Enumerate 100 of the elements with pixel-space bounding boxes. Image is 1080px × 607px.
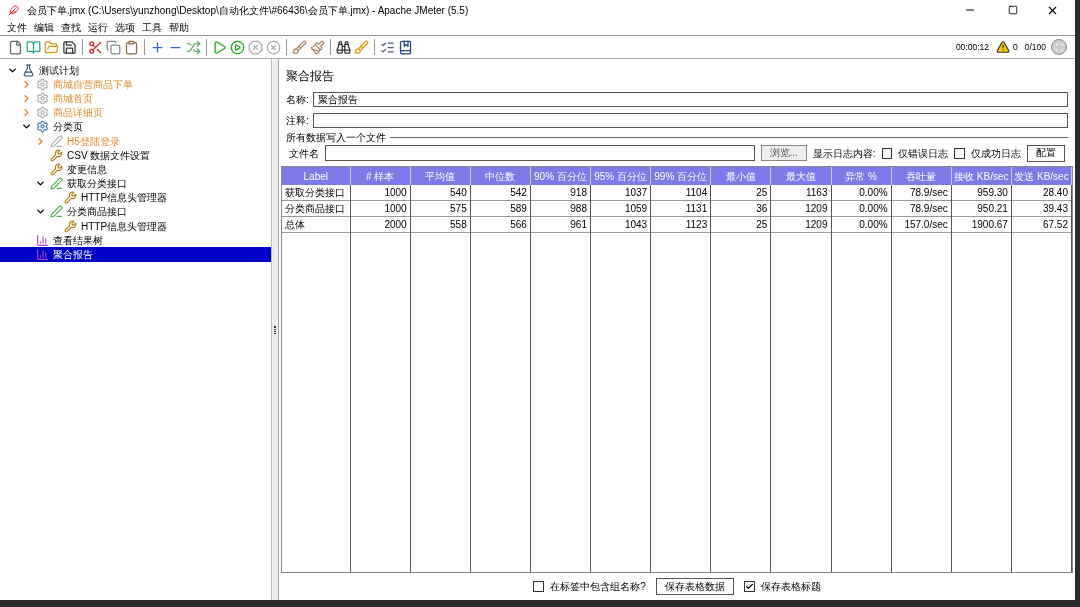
browse-button[interactable]: 浏览... xyxy=(760,145,807,161)
configure-button[interactable]: 配置 xyxy=(1027,144,1065,162)
column-header[interactable]: 90% 百分位 xyxy=(530,167,591,185)
tree-item[interactable]: 聚合报告 xyxy=(0,247,271,262)
table-cell: 1163 xyxy=(770,185,831,201)
gear-icon xyxy=(36,91,49,105)
column-header[interactable]: # 样本 xyxy=(350,167,411,185)
table-cell: 0.00% xyxy=(831,200,892,217)
table-cell: 2000 xyxy=(350,216,411,233)
table-cell: 1104 xyxy=(650,185,711,201)
column-header[interactable]: Label xyxy=(282,167,350,185)
window-title: 会员下单.jmx (C:\Users\yunzhong\Desktop\自动化文件\#66436\会员下单.jmx) - Apache JMeter (5.5) xyxy=(27,3,469,18)
checkbox[interactable] xyxy=(954,147,965,159)
table-cell: 1059 xyxy=(590,200,651,217)
table-cell: 558 xyxy=(410,216,471,233)
table-cell: 1043 xyxy=(590,216,651,233)
checkbox[interactable] xyxy=(881,147,893,159)
table-cell: 36 xyxy=(710,200,771,217)
table-cell: 1123 xyxy=(650,216,711,233)
tree-item[interactable]: CSV 数据文件设置 xyxy=(0,148,271,163)
panel-title: 聚合报告 xyxy=(285,68,335,85)
table-cell: 0.00% xyxy=(831,216,892,233)
column-header[interactable]: 发送 KB/sec xyxy=(1011,167,1072,185)
menu-item[interactable]: 帮助 xyxy=(166,20,192,35)
table-cell: 950.21 xyxy=(951,200,1012,217)
log-label: 显示日志内容: xyxy=(812,146,876,161)
table-cell: 1037 xyxy=(590,185,651,201)
table-cell: 0.00% xyxy=(831,185,892,201)
column-header[interactable]: 95% 百分位 xyxy=(590,167,651,185)
table-cell: 1209 xyxy=(770,216,831,233)
maximize-icon[interactable] xyxy=(1008,5,1018,15)
table-cell: 25 xyxy=(710,216,771,233)
table-cell: 1900.67 xyxy=(951,216,1012,233)
gear-icon xyxy=(36,106,49,120)
name-field[interactable]: 聚合报告 xyxy=(312,91,1068,107)
table-cell: 542 xyxy=(470,185,531,201)
menu-item[interactable]: 运行 xyxy=(85,20,111,35)
tree-item[interactable]: 分类页 xyxy=(0,119,271,134)
tree-item[interactable]: HTTP信息头管理器 xyxy=(0,219,271,234)
menu-item[interactable]: 查找 xyxy=(58,20,84,35)
wrench-icon xyxy=(64,191,77,205)
table-cell: 28.40 xyxy=(1011,185,1072,201)
tree-item[interactable]: 获取分类接口 xyxy=(0,176,271,191)
gear-icon xyxy=(36,77,49,91)
tree-item[interactable]: 查看结果树 xyxy=(0,233,271,248)
column-header[interactable]: 中位数 xyxy=(470,167,531,185)
column-header[interactable]: 最大值 xyxy=(770,167,831,185)
warning-count: 0 xyxy=(1013,40,1018,54)
flask-icon xyxy=(22,63,35,77)
table-cell: 78.9/sec xyxy=(891,200,952,217)
remote-status-icon xyxy=(1051,39,1067,55)
column-header[interactable]: 99% 百分位 xyxy=(650,167,711,185)
tree-item[interactable]: HTTP信息头管理器 xyxy=(0,190,271,205)
menu-item[interactable]: 选项 xyxy=(112,20,138,35)
table-cell: 566 xyxy=(470,216,531,233)
checkbox-label: 保存表格标题 xyxy=(760,580,821,594)
table-cell: 589 xyxy=(470,200,531,217)
cut-icon[interactable] xyxy=(88,39,103,55)
menu-item[interactable]: 工具 xyxy=(139,20,165,35)
table-cell: 获取分类接口 xyxy=(282,185,350,201)
column-header[interactable]: 吞吐量 xyxy=(891,167,952,185)
chart-icon xyxy=(36,233,49,247)
table-cell: 1000 xyxy=(350,200,411,217)
filename-field[interactable] xyxy=(325,145,755,161)
tree-item[interactable]: 变更信息 xyxy=(0,162,271,177)
filename-label: 文件名 xyxy=(289,146,319,161)
table-cell: 67.52 xyxy=(1011,216,1072,233)
tree-item[interactable]: 分类商品接口 xyxy=(0,204,271,220)
comment-label: 注释: xyxy=(286,113,309,128)
table-cell: 分类商品接口 xyxy=(282,200,350,217)
start-icon[interactable] xyxy=(212,39,227,55)
new-icon[interactable] xyxy=(8,39,23,55)
chart-icon xyxy=(36,248,49,262)
elapsed-time: 00:00:12 xyxy=(955,40,989,54)
copy-icon[interactable] xyxy=(106,39,121,55)
column-header[interactable]: 接收 KB/sec xyxy=(951,167,1012,185)
checkbox[interactable] xyxy=(743,581,755,592)
table-cell: 总体 xyxy=(282,216,350,233)
table-cell: 959.30 xyxy=(951,185,1012,201)
checkbox[interactable] xyxy=(533,581,545,592)
comment-field[interactable] xyxy=(312,112,1068,128)
splitter-handle[interactable] xyxy=(274,325,276,334)
save-icon[interactable] xyxy=(62,39,77,55)
column-header[interactable]: 平均值 xyxy=(410,167,471,185)
table-cell: 540 xyxy=(410,185,471,201)
paste-icon[interactable] xyxy=(124,39,139,55)
column-header[interactable]: 最小值 xyxy=(710,167,771,185)
warning-icon[interactable] xyxy=(996,40,1010,54)
table-cell: 78.9/sec xyxy=(891,185,952,201)
table-cell: 575 xyxy=(410,200,471,217)
save-data-button[interactable]: 保存表格数据 xyxy=(655,578,734,595)
search-icon[interactable] xyxy=(336,39,351,55)
menu-item[interactable]: 文件 xyxy=(4,20,30,35)
wrench-icon xyxy=(50,162,63,176)
tree-item[interactable]: 测试计划 xyxy=(0,63,271,78)
feather-icon xyxy=(8,4,19,16)
column-header[interactable]: 异常 % xyxy=(831,167,892,185)
menu-item[interactable]: 编辑 xyxy=(31,20,57,35)
name-label: 名称: xyxy=(286,92,309,107)
table-cell: 1209 xyxy=(770,200,831,217)
